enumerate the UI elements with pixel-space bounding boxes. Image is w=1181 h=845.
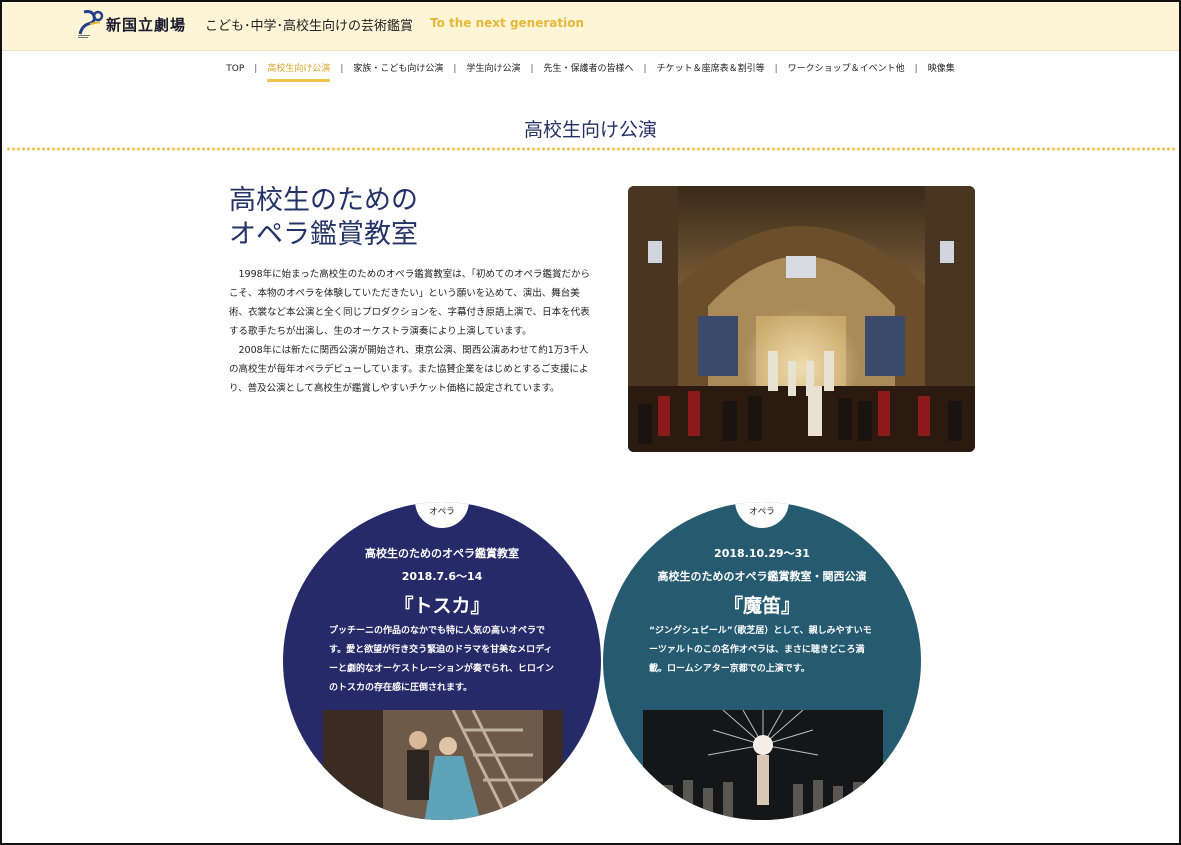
performance-card-tosca[interactable]: オペラ 高校生のためのオペラ鑑賞教室 2018.7.6～14 『トスカ』 プッチ…: [283, 502, 601, 820]
category-tab: オペラ: [735, 502, 789, 528]
nav-item-videos[interactable]: 映像集: [918, 62, 965, 76]
card-title: 『魔笛』: [723, 595, 800, 617]
category-label: オペラ: [749, 507, 775, 517]
intro-body: 1998年に始まった高校生のためのオペラ鑑賞教室は、「初めてのオペラ鑑賞だからこ…: [229, 265, 593, 398]
magic-flute-stage-photo: [643, 710, 883, 820]
category-tab: オペラ: [415, 502, 469, 528]
intro-heading-line2: オペラ鑑賞教室: [229, 219, 418, 250]
site-header: 新国立劇場 こども･中学･高校生向けの芸術鑑賞 To the next gene…: [2, 2, 1179, 51]
card-title: 『トスカ』: [394, 595, 490, 617]
nav-item-teachers[interactable]: 先生・保護者の皆様へ: [534, 62, 644, 76]
intro-heading: 高校生のための オペラ鑑賞教室: [229, 184, 418, 252]
theatre-logo-text[interactable]: 新国立劇場: [106, 14, 186, 35]
nav-item-tickets[interactable]: チケット＆座席表＆割引等: [647, 62, 775, 76]
card-subtitle: 高校生のためのオペラ鑑賞教室・関西公演: [657, 570, 867, 583]
theatre-logo-icon[interactable]: [76, 8, 106, 40]
card-date: 2018.10.29～31: [714, 547, 810, 560]
page-title: 高校生向け公演: [523, 119, 657, 141]
card-description: プッチーニの作品のなかでも特に人気の高いオペラです。愛と欲望が行き交う緊迫のドラ…: [329, 626, 554, 693]
performance-card-magic-flute[interactable]: オペラ 2018.10.29～31 高校生のためのオペラ鑑賞教室・関西公演 『魔…: [603, 502, 921, 820]
tosca-stage-photo: [323, 710, 563, 820]
nav-item-students[interactable]: 学生向け公演: [456, 62, 530, 76]
intro-heading-line1: 高校生のための: [229, 185, 418, 216]
card-date: 2018.7.6～14: [401, 570, 483, 583]
site-tagline: To the next generation: [430, 16, 585, 30]
nav-item-workshops[interactable]: ワークショップ＆イベント他: [778, 62, 915, 76]
intro-paragraph: 1998年に始まった高校生のためのオペラ鑑賞教室は、「初めてのオペラ鑑賞だからこ…: [229, 269, 591, 337]
opera-stage-photo: [628, 186, 975, 452]
main-nav: TOP | 高校生向け公演 | 家族・こども向け公演 | 学生向け公演 | 先生・保護者の皆様へ…: [0, 62, 1181, 82]
dotted-divider: [6, 147, 1176, 151]
card-description: “ジングシュピール”（歌芝居）として、親しみやすいモーツァルトのこの名作オペラは…: [649, 626, 872, 674]
category-label: オペラ: [429, 507, 455, 517]
intro-paragraph: 2008年には新たに関西公演が開始され、東京公演、関西公演あわせて約1万3千人の…: [229, 345, 589, 394]
nav-item-family[interactable]: 家族・こども向け公演: [343, 62, 453, 76]
nav-item-highschool[interactable]: 高校生向け公演: [257, 62, 340, 82]
site-title: こども･中学･高校生向けの芸術鑑賞: [205, 19, 414, 34]
card-subtitle: 高校生のためのオペラ鑑賞教室: [365, 547, 519, 560]
nav-item-top[interactable]: TOP: [216, 62, 254, 76]
